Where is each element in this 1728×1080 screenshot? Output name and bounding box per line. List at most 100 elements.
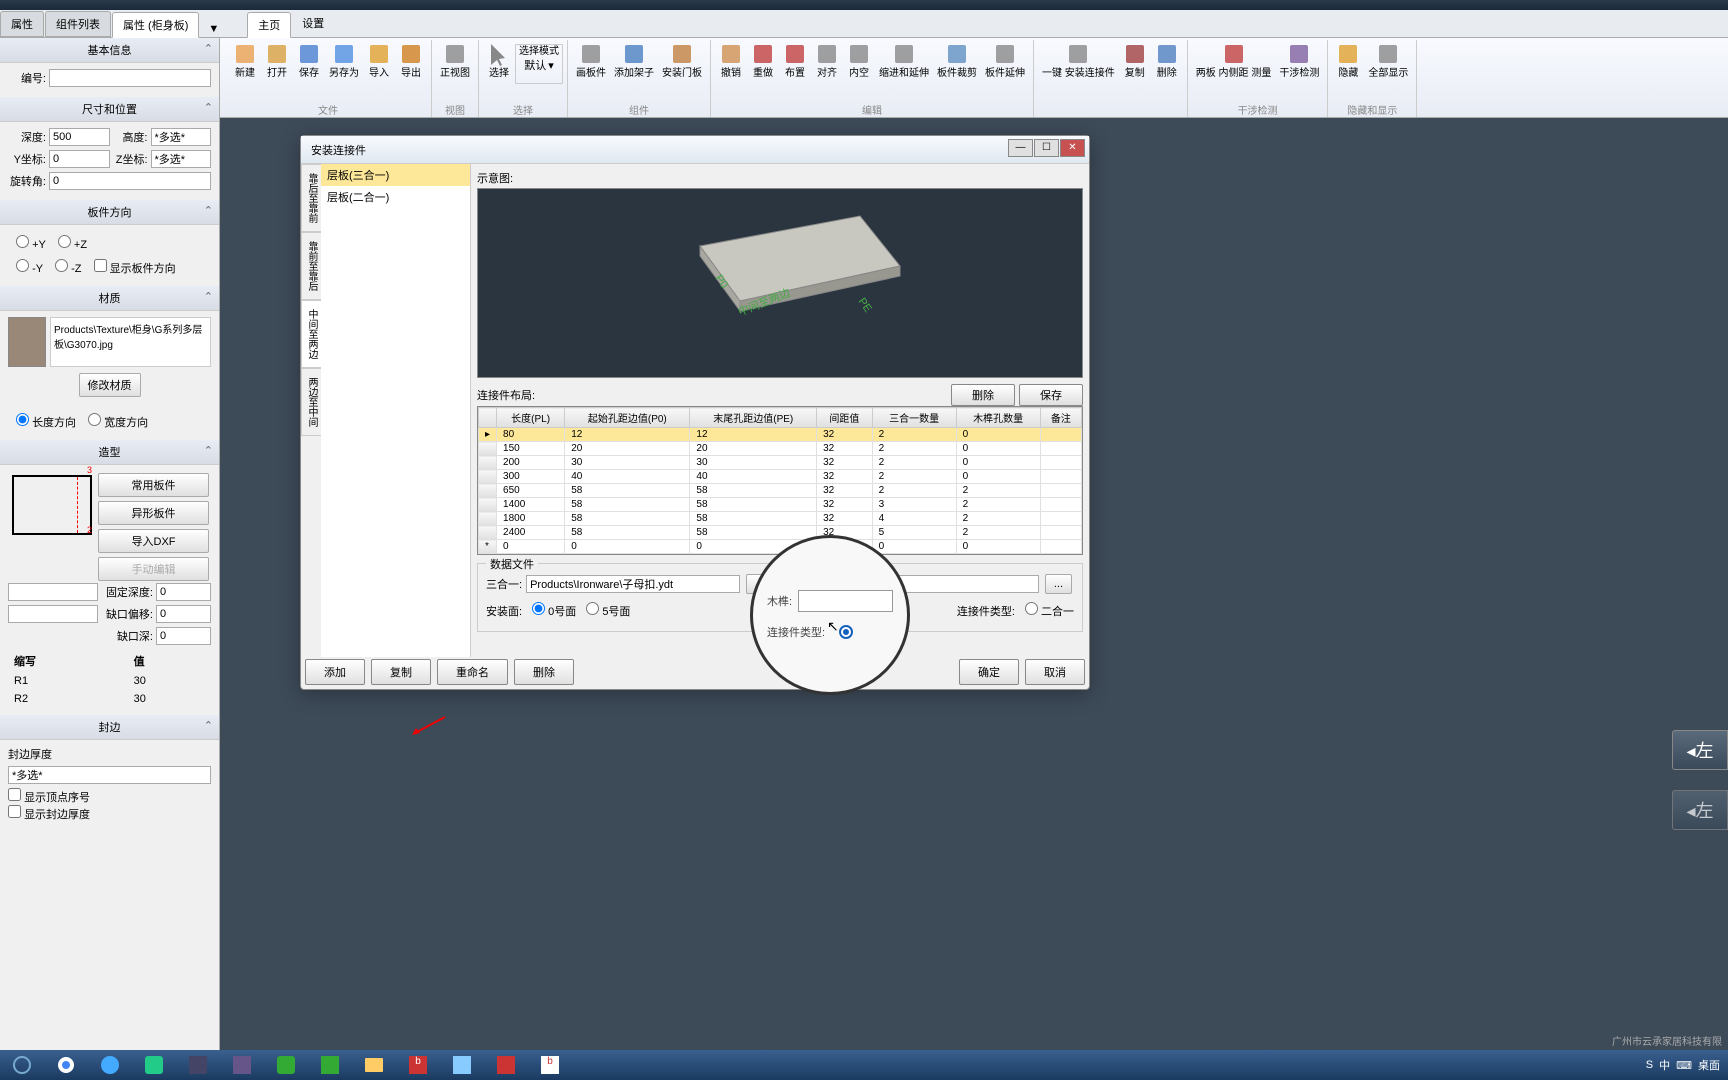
table-cell[interactable]: 2 [956,512,1040,526]
table-header[interactable]: 三合一数量 [872,408,956,428]
vertical-tab[interactable]: 两边至中间 [301,368,322,436]
chrome-icon[interactable] [46,1051,86,1079]
table-cell[interactable] [1040,498,1081,512]
main-tab-home[interactable]: 主页 [247,12,291,38]
ribbon-button[interactable]: 缩进和延伸 [875,40,933,100]
table-cell[interactable]: 300 [497,470,565,484]
table-header[interactable]: 木榫孔数量 [956,408,1040,428]
collapse-icon[interactable]: ⌃ [204,290,213,303]
table-cell[interactable]: 0 [497,540,565,554]
ribbon-button[interactable]: 另存为 [325,40,363,100]
table-cell[interactable]: 40 [690,470,817,484]
tab-component-list[interactable]: 组件列表 [45,11,111,37]
ribbon-button[interactable]: 两板 内侧距 测量 [1192,40,1276,100]
table-cell[interactable]: 2 [956,498,1040,512]
table-header[interactable]: 间距值 [817,408,873,428]
ribbon-button[interactable]: 板件裁剪 [933,40,981,100]
table-header[interactable]: 起始孔距边值(P0) [565,408,690,428]
explorer-icon[interactable] [354,1051,394,1079]
table-cell[interactable] [1040,484,1081,498]
ok-button[interactable]: 确定 [959,659,1019,685]
table-cell[interactable] [1040,470,1081,484]
ribbon-button[interactable]: 导入 [363,40,395,100]
connector-table[interactable]: 长度(PL)起始孔距边值(P0)末尾孔距边值(PE)间距值三合一数量木榫孔数量备… [478,407,1082,554]
task-app-icon[interactable] [486,1051,526,1079]
select-button[interactable]: 选择 [483,40,515,100]
cancel-button[interactable]: 取消 [1025,659,1085,685]
delete-button[interactable]: 删除 [514,659,574,685]
rotate-input[interactable] [49,172,211,190]
plus-y-radio[interactable]: +Y [16,235,46,251]
table-cell[interactable]: 150 [497,442,565,456]
table-cell[interactable]: 58 [690,512,817,526]
table-cell[interactable]: 58 [565,526,690,540]
table-cell[interactable]: 4 [872,512,956,526]
table-row[interactable]: 140058583232 [479,498,1082,512]
collapse-icon[interactable]: ⌃ [204,719,213,732]
tab-dropdown-icon[interactable]: ▼ [200,21,227,37]
task-app-icon[interactable] [442,1051,482,1079]
shape-input2[interactable] [8,605,98,623]
close-button[interactable]: ✕ [1060,139,1085,157]
table-cell[interactable]: 2 [956,526,1040,540]
table-cell[interactable]: 0 [872,540,956,554]
table-cell[interactable]: 12 [690,428,817,442]
face5-radio[interactable]: 5号面 [586,602,630,619]
table-cell[interactable]: 0 [956,428,1040,442]
fixed-depth-input[interactable] [156,583,211,601]
number-input[interactable] [49,69,211,87]
table-header[interactable]: 长度(PL) [497,408,565,428]
table-cell[interactable] [1040,456,1081,470]
table-cell[interactable]: 2 [956,484,1040,498]
task-app-icon[interactable]: b [530,1051,570,1079]
table-cell[interactable] [1040,442,1081,456]
table-cell[interactable]: 32 [817,484,873,498]
table-cell[interactable]: 20 [690,442,817,456]
modify-material-button[interactable]: 修改材质 [79,373,141,397]
vertical-tab[interactable]: 靠后至靠前 [301,164,322,232]
table-cell[interactable]: 2 [872,442,956,456]
z-input[interactable] [151,150,212,168]
ribbon-button[interactable]: 画板件 [572,40,610,100]
ribbon-button[interactable]: 对齐 [811,40,843,100]
sanheyi-input[interactable] [526,575,740,593]
table-cell[interactable]: 58 [690,526,817,540]
ribbon-button[interactable]: 保存 [293,40,325,100]
table-header[interactable]: 末尾孔距边值(PE) [690,408,817,428]
show-thickness-checkbox[interactable]: 显示封边厚度 [8,809,90,821]
face0-radio[interactable]: 0号面 [532,602,576,619]
task-app-icon[interactable]: b [398,1051,438,1079]
manual-edit-button[interactable]: 手动编辑 [98,557,209,581]
ribbon-button[interactable]: 板件延伸 [981,40,1029,100]
task-app-icon[interactable] [178,1051,218,1079]
ribbon-button[interactable]: 导出 [395,40,427,100]
table-row[interactable]: ▸8012123220 [479,428,1082,442]
height-input[interactable] [151,128,212,146]
table-cell[interactable]: 58 [565,484,690,498]
tab-property-board[interactable]: 属性 (柜身板) [112,12,199,38]
table-cell[interactable]: 12 [565,428,690,442]
table-cell[interactable]: 58 [565,498,690,512]
table-row[interactable]: 20030303220 [479,456,1082,470]
table-cell[interactable]: 3 [872,498,956,512]
table-cell[interactable]: 0 [956,456,1040,470]
dialog-title-bar[interactable]: 安装连接件 — ☐ ✕ [301,136,1089,164]
table-cell[interactable]: 32 [817,428,873,442]
task-app-icon[interactable] [266,1051,306,1079]
ribbon-button[interactable]: 打开 [261,40,293,100]
table-cell[interactable]: 0 [956,442,1040,456]
start-button[interactable] [2,1051,42,1079]
table-cell[interactable] [1040,540,1081,554]
list-item[interactable]: 层板(二合一) [321,186,470,208]
table-header[interactable]: 备注 [1040,408,1081,428]
table-cell[interactable]: 40 [565,470,690,484]
type2-radio[interactable]: 二合一 [1025,602,1074,619]
task-app-icon[interactable] [134,1051,174,1079]
collapse-icon[interactable]: ⌃ [204,101,213,114]
table-cell[interactable]: 58 [690,484,817,498]
ribbon-button[interactable]: 正视图 [436,40,474,100]
table-cell[interactable]: 650 [497,484,565,498]
main-tab-settings[interactable]: 设置 [292,11,334,37]
ribbon-button[interactable]: 添加架子 [610,40,658,100]
width-dir-radio[interactable]: 宽度方向 [88,413,148,430]
